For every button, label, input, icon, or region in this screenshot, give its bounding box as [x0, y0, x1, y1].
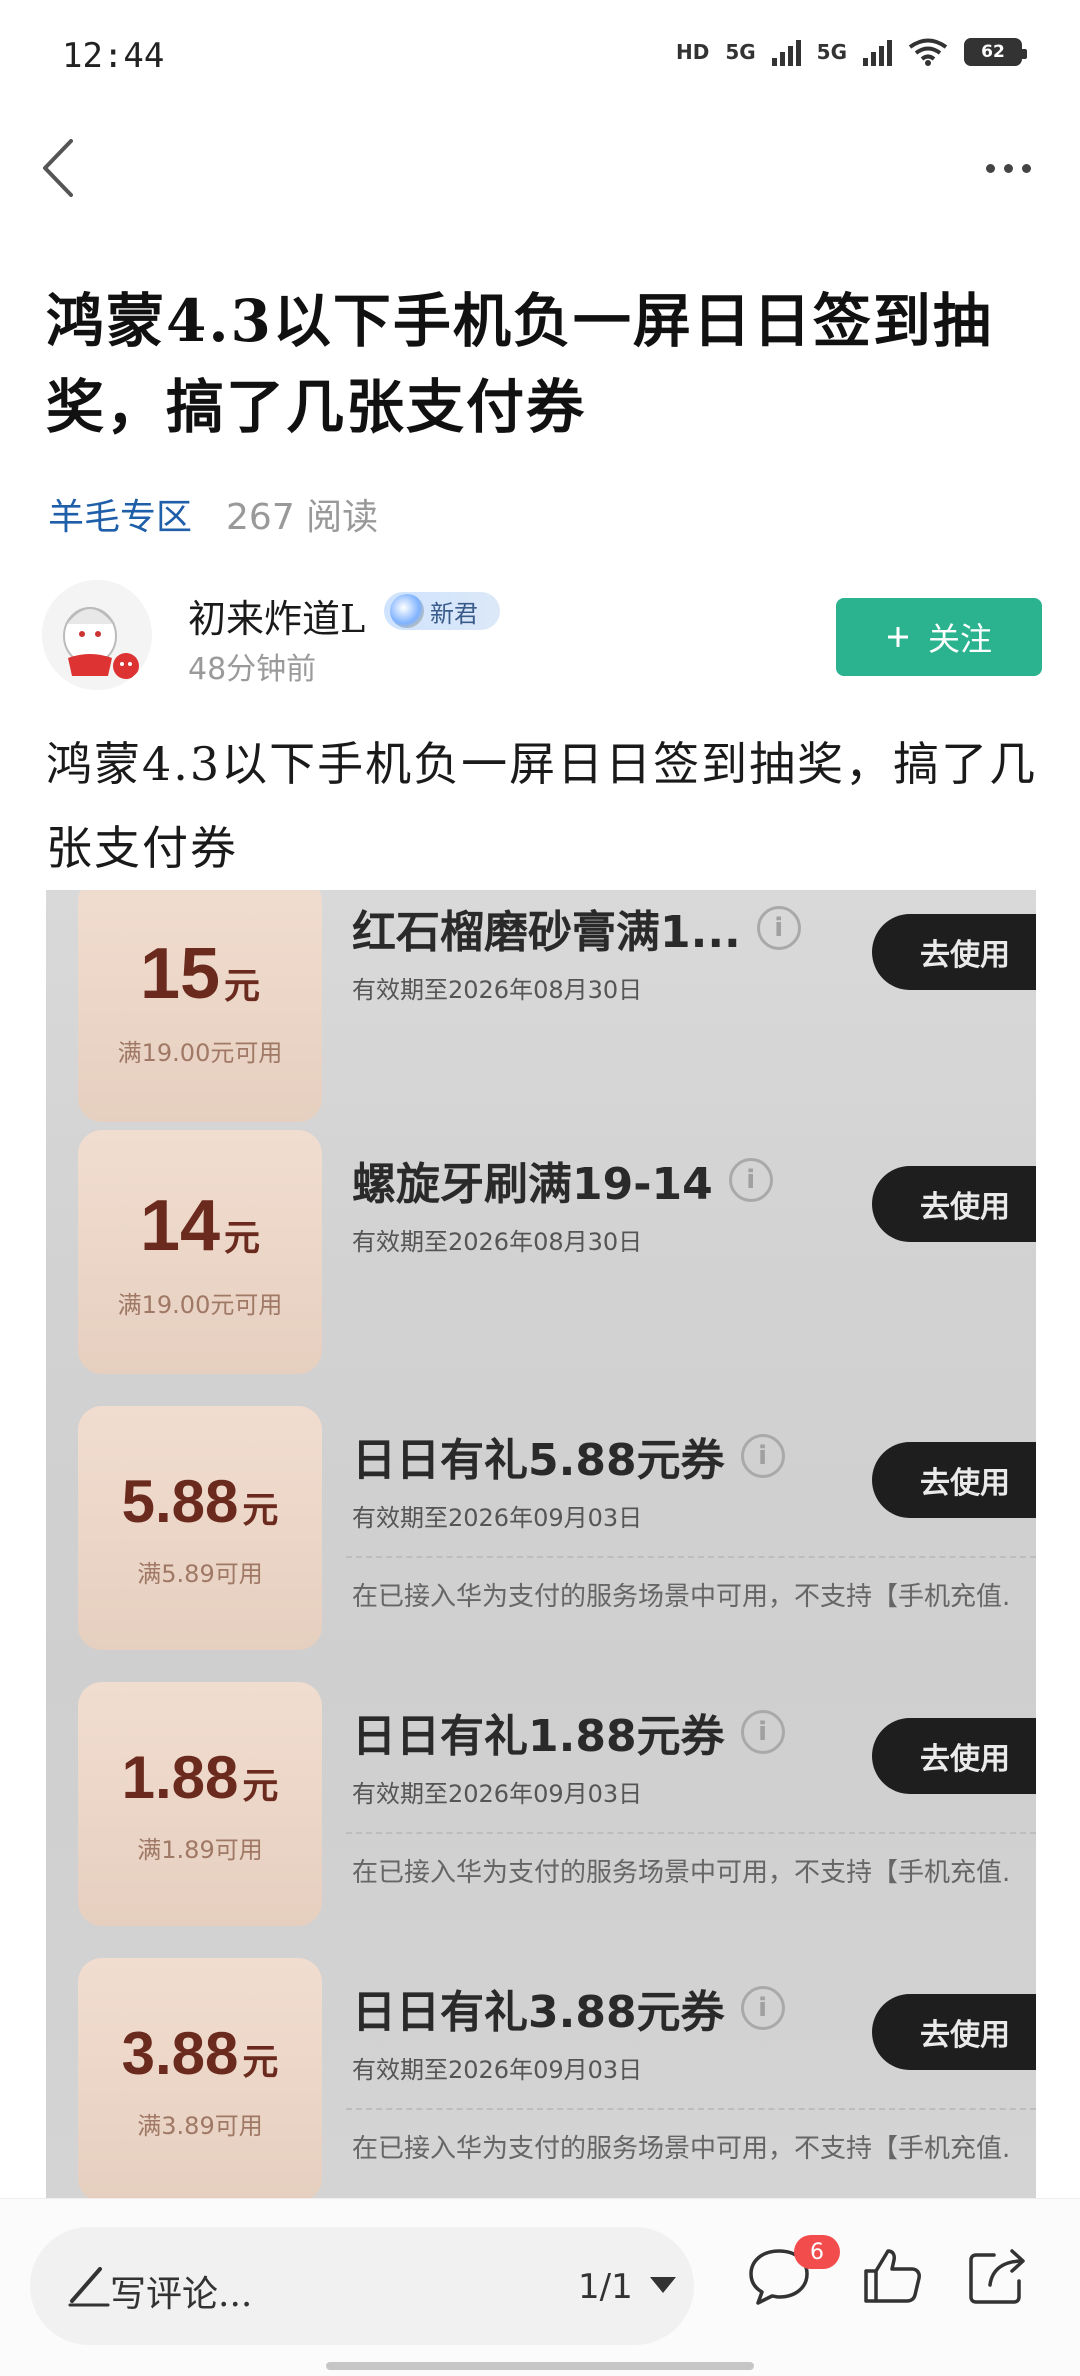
coupon-unit: 元 — [242, 1489, 279, 1530]
page-indicator[interactable]: 1/1 — [578, 2267, 633, 2307]
follow-label: 关注 — [927, 620, 992, 658]
more-dot-icon — [1021, 163, 1031, 173]
coupon-validity: 有效期至2026年08月30日 — [352, 1228, 643, 1256]
post-title: 鸿蒙4.3以下手机负一屏日日签到抽奖，搞了几张支付券 — [46, 287, 993, 441]
category-link[interactable]: 羊毛专区 — [48, 488, 192, 540]
coupon-amount: 14 — [139, 1185, 221, 1266]
follow-button[interactable]: 关注 — [836, 598, 1042, 676]
comment-placeholder: 写评论... — [110, 2274, 253, 2315]
use-coupon-button: 去使用 — [872, 1994, 1036, 2070]
signal-1-label: 5G — [725, 40, 756, 64]
back-button[interactable] — [22, 128, 92, 208]
coupon-condition: 满3.89可用 — [137, 2112, 263, 2140]
status-bar: 12:44 HD 5G 5G 62 — [0, 0, 1080, 118]
home-indicator[interactable] — [326, 2362, 754, 2370]
status-icons: HD 5G 5G 62 — [675, 38, 1027, 66]
coupon-validity: 有效期至2026年09月03日 — [352, 2056, 643, 2084]
coupon-amount-box: 1.88 元 满1.89可用 — [78, 1682, 322, 1926]
use-coupon-button: 去使用 — [872, 1442, 1036, 1518]
coupon-amount: 5.88 — [121, 1468, 239, 1535]
read-count: 267 阅读 — [226, 497, 379, 538]
pen-icon — [68, 2267, 110, 2307]
coupon-condition: 满5.89可用 — [137, 1560, 263, 1588]
coupon-card: 1.88 元 满1.89可用 日日有礼1.88元券 i 有效期至2026年09月03… — [46, 1682, 1036, 1932]
coupon-condition: 满19.00元可用 — [117, 1038, 283, 1067]
signal-2-icon — [863, 38, 892, 66]
post-body: 鸿蒙4.3以下手机负一屏日日签到抽奖，搞了几张支付券 — [46, 737, 1038, 875]
use-coupon-button: 去使用 — [872, 1166, 1036, 1242]
divider — [346, 2108, 1036, 2110]
wifi-icon — [908, 38, 948, 66]
author-name[interactable]: 初来炸道L — [188, 588, 365, 643]
page-dropdown-icon[interactable] — [650, 2277, 676, 2293]
info-icon: i — [728, 1158, 773, 1202]
coupon-validity: 有效期至2026年09月03日 — [352, 1504, 643, 1532]
info-icon: i — [756, 906, 801, 950]
hd-label: HD — [675, 40, 710, 64]
badge-gem-icon — [390, 594, 424, 628]
share-icon[interactable] — [964, 2243, 1030, 2309]
coupon-card: 15 元 满19.00元可用 红石榴磨砂膏满1... i 有效期至2026年08月3… — [46, 890, 1036, 1128]
top-nav — [0, 118, 1080, 218]
coupon-amount-box: 15 元 满19.00元可用 — [78, 890, 322, 1122]
more-dot-icon — [985, 163, 995, 173]
coupon-condition: 满19.00元可用 — [117, 1290, 283, 1319]
coupon-description: 在已接入华为支付的服务场景中可用，不支持【手机充值... — [352, 2134, 1012, 2164]
more-button[interactable] — [968, 138, 1048, 198]
coupon-name: 日日有礼1.88元券 — [352, 1711, 725, 1762]
comment-count-badge: 6 — [794, 2235, 840, 2269]
coupon-amount: 1.88 — [121, 1744, 239, 1811]
coupon-description: 在已接入华为支付的服务场景中可用，不支持【手机充值... — [352, 1582, 1012, 1612]
bottom-action-bar: 写评论... 1/1 6 — [0, 2198, 1080, 2376]
signal-1-icon — [771, 38, 801, 66]
coupon-amount-box: 14 元 满19.00元可用 — [78, 1130, 322, 1374]
coupon-unit: 元 — [242, 2041, 279, 2082]
battery-icon: 62 — [964, 38, 1027, 66]
post-time: 48分钟前 — [188, 652, 317, 687]
post-meta: 羊毛专区 267 阅读 — [48, 488, 378, 540]
chevron-left-icon — [43, 139, 73, 197]
use-coupon-button: 去使用 — [872, 914, 1036, 990]
coupon-description: 在已接入华为支付的服务场景中可用，不支持【手机充值... — [352, 1858, 1012, 1888]
info-icon: i — [740, 1710, 785, 1754]
coupon-unit: 元 — [224, 1216, 261, 1258]
post-photo[interactable]: 15 元 满19.00元可用 红石榴磨砂膏满1... i 有效期至2026年08月3… — [46, 890, 1036, 2198]
status-time: 12:44 — [62, 36, 165, 76]
comment-input[interactable]: 写评论... 1/1 — [30, 2227, 694, 2345]
like-icon[interactable] — [860, 2243, 926, 2309]
coupon-amount: 3.88 — [121, 2020, 239, 2087]
coupon-card: 3.88 元 满3.89可用 日日有礼3.88元券 i 有效期至2026年09月03… — [46, 1958, 1036, 2198]
divider — [346, 1832, 1036, 1834]
coupon-unit: 元 — [224, 964, 261, 1006]
info-icon: i — [740, 1986, 785, 2030]
divider — [346, 1556, 1036, 1558]
coupon-unit: 元 — [242, 1765, 279, 1806]
avatar[interactable] — [42, 580, 152, 690]
more-dot-icon — [1003, 163, 1013, 173]
coupon-amount-box: 3.88 元 满3.89可用 — [78, 1958, 322, 2198]
signal-2-label: 5G — [816, 40, 847, 64]
use-coupon-button: 去使用 — [872, 1718, 1036, 1794]
plus-icon — [887, 627, 908, 647]
coupon-name: 螺旋牙刷满19-14 — [352, 1159, 713, 1210]
coupon-amount: 15 — [139, 933, 221, 1014]
author-level-badge: 新君 — [384, 592, 500, 630]
coupon-amount-box: 5.88 元 满5.89可用 — [78, 1406, 322, 1650]
coupon-card: 5.88 元 满5.89可用 日日有礼5.88元券 i 有效期至2026年09月03… — [46, 1406, 1036, 1656]
coupon-validity: 有效期至2026年09月03日 — [352, 1780, 643, 1808]
coupon-name: 红石榴磨砂膏满1... — [352, 907, 741, 958]
coupon-card: 14 元 满19.00元可用 螺旋牙刷满19-14 i 有效期至2026年08月30… — [46, 1130, 1036, 1380]
coupon-name: 日日有礼5.88元券 — [352, 1435, 725, 1486]
coupon-validity: 有效期至2026年08月30日 — [352, 976, 643, 1004]
avatar-image — [42, 580, 152, 690]
info-icon: i — [740, 1434, 785, 1478]
coupon-condition: 满1.89可用 — [137, 1836, 263, 1864]
coupon-name: 日日有礼3.88元券 — [352, 1987, 725, 2038]
badge-label: 新君 — [430, 599, 478, 628]
author-row: 初来炸道L 新君 48分钟前 关注 — [42, 580, 1042, 690]
